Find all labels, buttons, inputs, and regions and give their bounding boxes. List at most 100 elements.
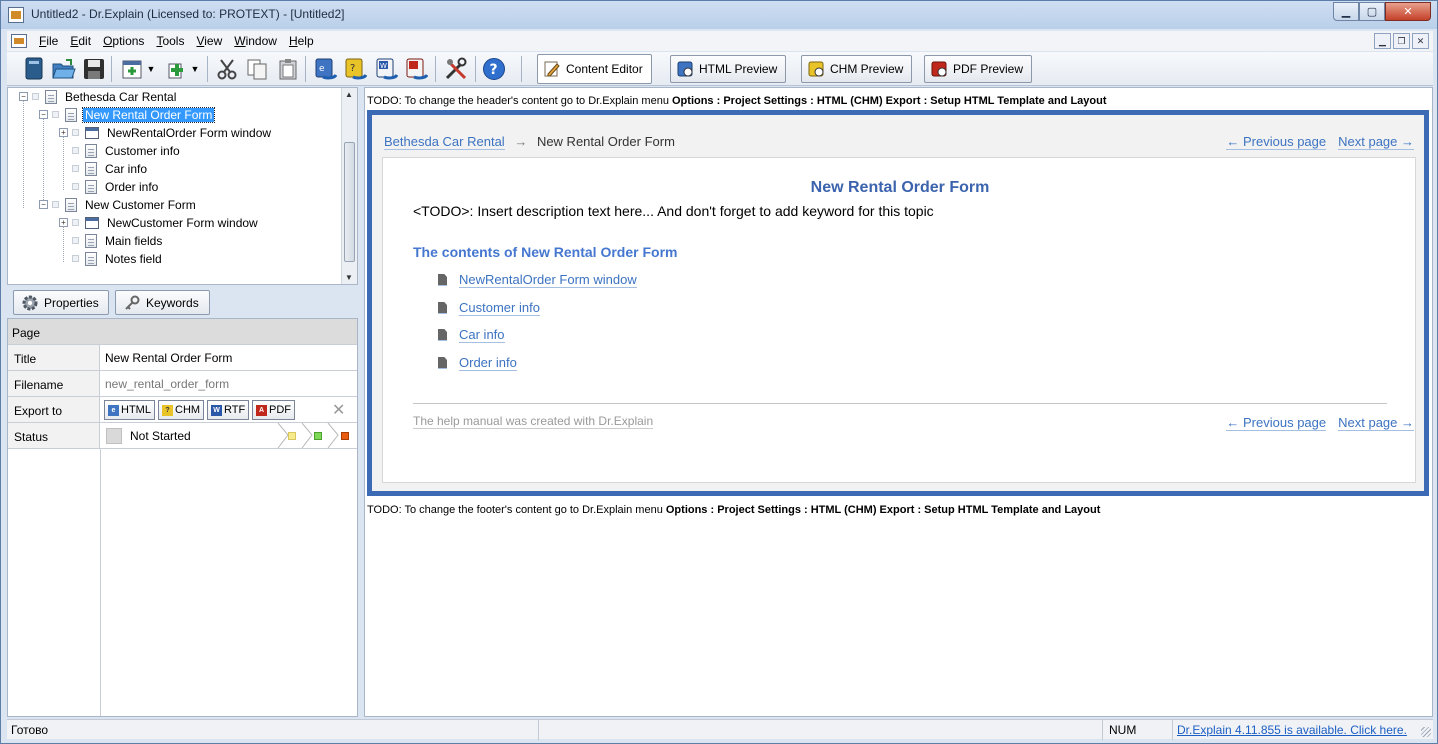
- pdf-preview-button[interactable]: PDF Preview: [924, 55, 1033, 83]
- chm-preview-button[interactable]: CHM Preview: [801, 55, 913, 83]
- status-selector[interactable]: Not Started: [100, 423, 357, 448]
- new-project-button[interactable]: [21, 56, 47, 82]
- collapse-toggle[interactable]: −: [19, 92, 28, 101]
- tree-item-root[interactable]: − Bethesda Car Rental: [19, 88, 178, 105]
- topic-tree[interactable]: − Bethesda Car Rental − New Rental Order F…: [7, 87, 358, 285]
- menu-view[interactable]: View: [190, 34, 228, 48]
- content-editor-button[interactable]: Content Editor: [537, 54, 652, 84]
- status-ready-icon[interactable]: [314, 432, 322, 440]
- mdi-close-button[interactable]: ✕: [1412, 33, 1429, 49]
- minimize-button[interactable]: ▁: [1333, 2, 1359, 21]
- next-page-link[interactable]: Next page →: [1338, 415, 1414, 431]
- page-icon: [85, 251, 97, 266]
- status-completed-icon[interactable]: [341, 432, 349, 440]
- help-button[interactable]: ?: [481, 56, 507, 82]
- tree-item-car-info[interactable]: Car info: [72, 160, 149, 177]
- property-title-row: Title New Rental Order Form: [8, 345, 357, 371]
- export-chm-button[interactable]: ?: [342, 56, 368, 82]
- tab-properties[interactable]: Properties: [13, 290, 109, 315]
- tree-item-customer-info[interactable]: Customer info: [72, 142, 182, 159]
- menu-options[interactable]: Options: [97, 34, 150, 48]
- svg-text:?: ?: [490, 62, 498, 78]
- menu-file[interactable]: File: [33, 34, 64, 48]
- page-bullet-icon: [438, 357, 447, 369]
- tree-item-order-info[interactable]: Order info: [72, 178, 160, 195]
- filename-field[interactable]: new_rental_order_form: [100, 371, 357, 396]
- paste-button[interactable]: [275, 56, 301, 82]
- tree-scrollbar[interactable]: ▲ ▼: [341, 88, 357, 284]
- svg-text:W: W: [380, 62, 387, 70]
- collapse-toggle[interactable]: −: [39, 110, 48, 119]
- add-child-button[interactable]: [163, 56, 189, 82]
- page-navigation-top: ← Previous page Next page →: [1226, 134, 1414, 150]
- maximize-button[interactable]: ▢: [1359, 2, 1385, 21]
- previous-page-link[interactable]: ← Previous page: [1226, 415, 1327, 431]
- panel-tabs: Properties Keywords: [7, 287, 358, 317]
- html-preview-button[interactable]: HTML Preview: [670, 55, 787, 83]
- expand-toggle[interactable]: +: [59, 128, 68, 137]
- add-topic-button[interactable]: [119, 56, 145, 82]
- save-button[interactable]: [81, 56, 107, 82]
- project-settings-button[interactable]: [443, 56, 469, 82]
- document-icon[interactable]: [11, 34, 27, 48]
- clear-export-icon[interactable]: ✕: [332, 400, 345, 420]
- export-chm-toggle[interactable]: ? CHM: [158, 400, 205, 420]
- page-icon: [65, 197, 77, 212]
- help-icon: ?: [483, 58, 505, 80]
- page-navigation-bottom: ← Previous page Next page →: [1226, 415, 1414, 431]
- resize-grip[interactable]: [1421, 727, 1431, 737]
- mdi-minimize-button[interactable]: ▁: [1374, 33, 1391, 49]
- export-html-toggle[interactable]: e HTML: [104, 400, 155, 420]
- export-pdf-toggle[interactable]: A PDF: [252, 400, 295, 420]
- collapse-toggle[interactable]: −: [39, 200, 48, 209]
- scroll-up-arrow[interactable]: ▲: [345, 90, 353, 99]
- page-bullet-icon: [438, 302, 447, 314]
- contents-heading: The contents of New Rental Order Form: [413, 244, 678, 260]
- tree-item-new-rental-order-form[interactable]: − New Rental Order Form: [39, 106, 216, 123]
- add-topic-dropdown[interactable]: ▼: [145, 56, 157, 82]
- tab-keywords[interactable]: Keywords: [115, 290, 210, 315]
- property-export-row: Export to e HTML ? CHM W RTF A PDF ✕: [8, 397, 357, 423]
- tree-item-notes-field[interactable]: Notes field: [72, 250, 164, 267]
- add-child-dropdown[interactable]: ▼: [189, 56, 201, 82]
- close-button[interactable]: ✕: [1385, 2, 1431, 21]
- tree-item-new-customer-form[interactable]: − New Customer Form: [39, 196, 198, 213]
- tree-item-newrentalorder-form-window[interactable]: + NewRentalOrder Form window: [59, 124, 273, 141]
- export-rtf-button[interactable]: W: [373, 56, 399, 82]
- open-button[interactable]: [51, 56, 77, 82]
- menu-window[interactable]: Window: [228, 34, 283, 48]
- cut-button[interactable]: [214, 56, 240, 82]
- property-title-label: Title: [8, 345, 100, 370]
- copy-button[interactable]: [244, 56, 270, 82]
- topic-content: New Rental Order Form <TODO>: Insert des…: [382, 157, 1416, 483]
- status-in-progress-icon[interactable]: [288, 432, 296, 440]
- left-panel: − Bethesda Car Rental − New Rental Order F…: [7, 87, 358, 717]
- menu-tools[interactable]: Tools: [150, 34, 190, 48]
- export-rtf-toggle[interactable]: W RTF: [207, 400, 250, 420]
- svg-text:?: ?: [350, 63, 355, 74]
- scroll-down-arrow[interactable]: ▼: [345, 273, 353, 282]
- title-field[interactable]: New Rental Order Form: [100, 345, 357, 370]
- menu-help[interactable]: Help: [283, 34, 320, 48]
- export-pdf-button[interactable]: [403, 56, 429, 82]
- export-options: e HTML ? CHM W RTF A PDF ✕: [100, 397, 357, 422]
- topic-title: New Rental Order Form: [810, 179, 990, 196]
- export-html-button[interactable]: e: [312, 56, 338, 82]
- next-page-link[interactable]: Next page →: [1338, 134, 1414, 150]
- contents-link[interactable]: NewRentalOrder Form window: [438, 271, 637, 289]
- update-available-link[interactable]: Dr.Explain 4.11.855 is available. Click …: [1173, 720, 1433, 740]
- previous-page-link[interactable]: ← Previous page: [1226, 134, 1327, 150]
- app-icon[interactable]: [8, 7, 24, 23]
- mdi-restore-button[interactable]: ❐: [1393, 33, 1410, 49]
- breadcrumb-root-link[interactable]: Bethesda Car Rental: [384, 134, 505, 150]
- tree-item-newcustomer-form-window[interactable]: + NewCustomer Form window: [59, 214, 260, 231]
- menu-edit[interactable]: Edit: [64, 34, 97, 48]
- contents-link[interactable]: Car info: [438, 326, 505, 344]
- pdf-preview-label: PDF Preview: [953, 62, 1024, 76]
- contents-link[interactable]: Customer info: [438, 299, 540, 317]
- scrollbar-thumb[interactable]: [344, 142, 355, 262]
- tree-item-main-fields[interactable]: Main fields: [72, 232, 164, 249]
- contents-link[interactable]: Order info: [438, 354, 517, 372]
- created-with-link[interactable]: The help manual was created with Dr.Expl…: [413, 414, 654, 429]
- expand-toggle[interactable]: +: [59, 218, 68, 227]
